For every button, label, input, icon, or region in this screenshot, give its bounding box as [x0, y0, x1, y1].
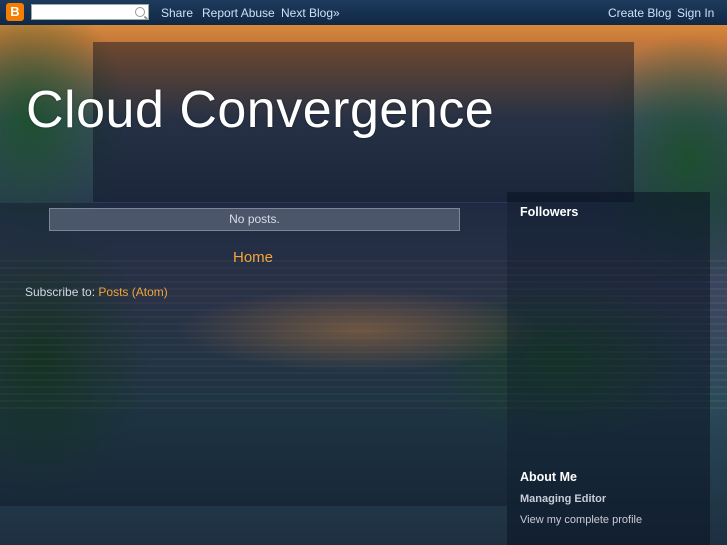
subscribe-label: Subscribe to:: [25, 285, 96, 299]
view-profile-link[interactable]: View my complete profile: [520, 514, 642, 526]
next-blog-link[interactable]: Next Blog»: [281, 6, 340, 20]
profile-name[interactable]: Managing Editor: [520, 493, 606, 505]
followers-heading: Followers: [520, 205, 579, 219]
sign-in-link[interactable]: Sign In: [677, 6, 714, 20]
no-posts-message: No posts.: [49, 208, 460, 231]
share-link[interactable]: Share: [161, 6, 193, 20]
search-input[interactable]: [31, 4, 149, 20]
about-me-heading: About Me: [520, 470, 577, 484]
posts-atom-link[interactable]: Posts (Atom): [98, 285, 167, 299]
blogger-navbar: B Share Report Abuse Next Blog» Create B…: [0, 0, 727, 25]
search-icon[interactable]: [135, 7, 145, 17]
home-link[interactable]: Home: [233, 249, 273, 266]
blogger-logo-icon[interactable]: B: [6, 3, 24, 21]
blog-title[interactable]: Cloud Convergence: [26, 80, 494, 140]
subscribe-feed: Subscribe to: Posts (Atom): [25, 285, 168, 299]
report-abuse-link[interactable]: Report Abuse: [202, 6, 275, 20]
create-blog-link[interactable]: Create Blog: [608, 6, 671, 20]
